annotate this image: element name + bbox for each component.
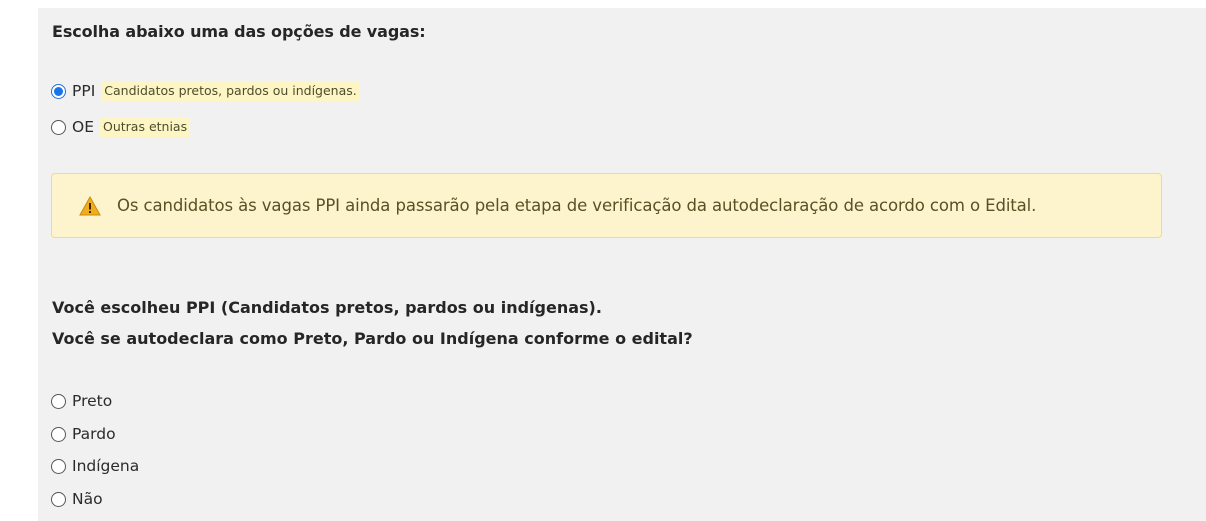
radio-button-indigena[interactable] bbox=[51, 458, 66, 474]
radio-label-ppi[interactable]: PPI bbox=[72, 82, 95, 100]
radio-option-indigena[interactable]: Indígena bbox=[51, 455, 139, 477]
radio-option-ppi[interactable]: PPI Candidatos pretos, pardos ou indígen… bbox=[51, 80, 360, 102]
alert-box: Os candidatos às vagas PPI ainda passarã… bbox=[51, 173, 1162, 238]
radio-button-nao[interactable] bbox=[51, 491, 66, 507]
radio-label-oe[interactable]: OE bbox=[72, 118, 94, 136]
section-title: Escolha abaixo uma das opções de vagas: bbox=[52, 22, 426, 41]
warning-icon bbox=[79, 195, 101, 215]
radio-label-preto[interactable]: Preto bbox=[72, 392, 112, 410]
radio-button-oe[interactable] bbox=[51, 119, 66, 135]
radio-button-ppi[interactable] bbox=[51, 83, 66, 99]
radio-button-preto[interactable] bbox=[51, 393, 66, 409]
radio-label-pardo[interactable]: Pardo bbox=[72, 425, 116, 443]
radio-option-pardo[interactable]: Pardo bbox=[51, 423, 116, 445]
radio-hint-oe: Outras etnias bbox=[100, 117, 191, 137]
radio-label-indigena[interactable]: Indígena bbox=[72, 457, 139, 475]
question-line-1: Você escolheu PPI (Candidatos pretos, pa… bbox=[52, 298, 602, 317]
radio-option-oe[interactable]: OE Outras etnias bbox=[51, 116, 191, 138]
question-line-2: Você se autodeclara como Preto, Pardo ou… bbox=[52, 329, 693, 348]
radio-option-preto[interactable]: Preto bbox=[51, 390, 112, 412]
radio-button-pardo[interactable] bbox=[51, 426, 66, 442]
radio-label-nao[interactable]: Não bbox=[72, 490, 103, 508]
radio-option-nao[interactable]: Não bbox=[51, 488, 103, 510]
radio-hint-ppi: Candidatos pretos, pardos ou indígenas. bbox=[101, 81, 360, 101]
alert-text: Os candidatos às vagas PPI ainda passarã… bbox=[117, 196, 1037, 215]
